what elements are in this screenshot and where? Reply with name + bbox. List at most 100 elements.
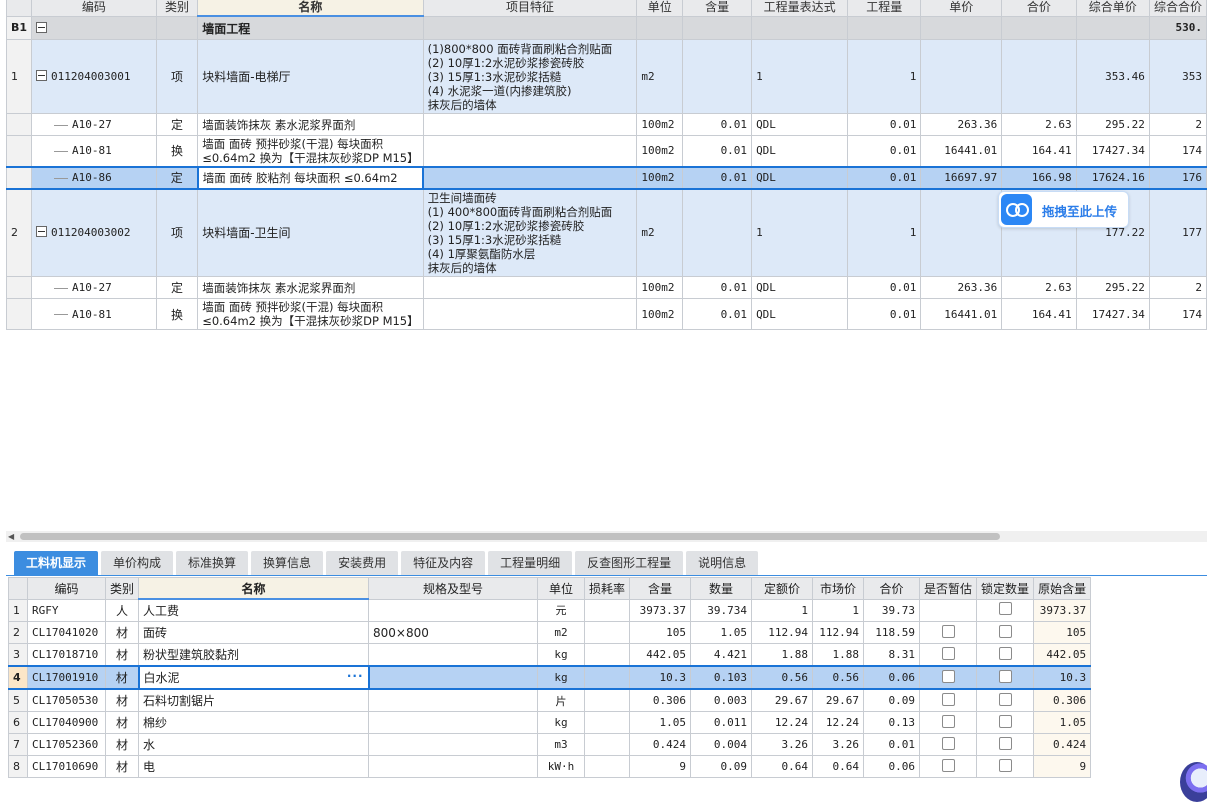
code-cell[interactable]: CL17001910 bbox=[27, 665, 106, 690]
qty-cell[interactable]: 1 bbox=[847, 188, 922, 277]
quota-cell[interactable]: 112.94 bbox=[751, 621, 814, 644]
unit-cell[interactable]: 100m2 bbox=[636, 113, 684, 136]
unit-cell[interactable]: 元 bbox=[537, 598, 586, 622]
unit-cell[interactable]: m2 bbox=[636, 39, 684, 114]
column-header[interactable]: 类别 bbox=[155, 0, 199, 17]
type-cell[interactable]: 项 bbox=[155, 188, 199, 277]
market-cell[interactable]: 0.64 bbox=[812, 755, 865, 778]
tab-5[interactable]: 安装费用 bbox=[326, 551, 399, 575]
tab-7[interactable]: 工程量明细 bbox=[488, 551, 573, 575]
unit-cell[interactable]: m3 bbox=[537, 733, 586, 756]
name-cell[interactable]: 墙面 面砖 胶粘剂 每块面积 ≤0.64m2 bbox=[196, 165, 425, 190]
qty-cell[interactable]: 0.01 bbox=[847, 113, 922, 136]
estimate-checkbox[interactable] bbox=[941, 758, 955, 772]
lock-qty-checkbox[interactable] bbox=[998, 624, 1012, 638]
column-header[interactable]: 数量 bbox=[690, 577, 753, 600]
content-cell[interactable]: 0.01 bbox=[682, 113, 753, 136]
feature-cell[interactable] bbox=[422, 165, 638, 190]
loss-cell[interactable] bbox=[584, 598, 631, 622]
column-header[interactable]: 综合单价 bbox=[1075, 0, 1150, 17]
spec-cell[interactable] bbox=[368, 665, 539, 690]
horizontal-scrollbar[interactable]: ◀ bbox=[6, 531, 1207, 542]
resource-row[interactable]: 5 CL17050530 材石料切割锯片片 0.306 0.003 29.67 29.67 0… bbox=[8, 688, 1092, 712]
content-cell[interactable]: 1.05 bbox=[629, 711, 692, 734]
column-header[interactable]: 合价 bbox=[1001, 0, 1077, 17]
expr-cell[interactable]: 1 bbox=[751, 188, 849, 277]
column-header[interactable]: 含量 bbox=[682, 0, 753, 17]
code-cell[interactable]: A10-81 bbox=[31, 135, 157, 167]
type-cell[interactable]: 材 bbox=[104, 665, 140, 690]
estimate-checkbox[interactable] bbox=[941, 692, 955, 706]
spec-cell[interactable] bbox=[368, 711, 539, 734]
quota-cell[interactable]: 12.24 bbox=[751, 711, 814, 734]
code-cell[interactable]: CL17050530 bbox=[27, 688, 106, 712]
lock-checkbox-cell[interactable] bbox=[976, 733, 1035, 756]
lock-qty-checkbox[interactable] bbox=[998, 714, 1012, 728]
type-cell[interactable]: 材 bbox=[104, 711, 140, 734]
qty-cell[interactable]: 0.003 bbox=[690, 688, 753, 712]
column-header[interactable]: 原始含量 bbox=[1033, 577, 1092, 600]
estimate-checkbox-cell[interactable] bbox=[919, 643, 978, 667]
name-cell[interactable]: 棉纱 bbox=[138, 711, 370, 734]
content-cell[interactable]: 442.05 bbox=[629, 643, 692, 667]
collapse-icon[interactable] bbox=[36, 21, 48, 33]
qty-cell[interactable]: 4.421 bbox=[690, 643, 753, 667]
expr-cell[interactable]: QDL bbox=[751, 165, 849, 190]
quota-cell[interactable]: 0.64 bbox=[751, 755, 814, 778]
upload-drop-hint[interactable]: 拖拽至此上传 bbox=[998, 191, 1129, 228]
bill-item-row[interactable]: 1 011204003001 项块料墙面-电梯厅 (1)800*800 面砖背面刷粘合… bbox=[6, 39, 1207, 114]
tab-9[interactable]: 说明信息 bbox=[686, 551, 759, 575]
expr-cell[interactable]: QDL bbox=[751, 135, 849, 167]
content-cell[interactable]: 105 bbox=[629, 621, 692, 644]
code-cell[interactable]: A10-27 bbox=[31, 113, 157, 136]
lock-checkbox-cell[interactable] bbox=[976, 598, 1035, 622]
quota-cell[interactable]: 1 bbox=[751, 598, 814, 622]
collapse-icon[interactable] bbox=[36, 226, 48, 238]
market-cell[interactable]: 12.24 bbox=[812, 711, 865, 734]
content-cell[interactable]: 0.01 bbox=[682, 298, 753, 330]
code-cell[interactable]: A10-81 bbox=[31, 298, 157, 330]
estimate-checkbox-cell[interactable] bbox=[919, 598, 978, 622]
column-header[interactable]: 合价 bbox=[863, 577, 921, 600]
quota-row[interactable]: A10-27 定墙面装饰抹灰 素水泥浆界面剂 100m2 0.01 QDL 0.01 263… bbox=[6, 276, 1207, 299]
spec-cell[interactable]: 800×800 bbox=[368, 621, 539, 644]
unit-cell[interactable]: m2 bbox=[537, 621, 586, 644]
qty-cell[interactable]: 1.05 bbox=[690, 621, 753, 644]
column-header[interactable]: 编码 bbox=[31, 0, 157, 17]
code-cell[interactable]: RGFY bbox=[27, 598, 106, 622]
code-cell[interactable]: CL17040900 bbox=[27, 711, 106, 734]
estimate-checkbox[interactable] bbox=[941, 646, 955, 660]
column-header[interactable]: 名称 bbox=[197, 0, 424, 17]
spec-cell[interactable] bbox=[368, 598, 539, 622]
name-cell[interactable]: 电 bbox=[138, 755, 370, 778]
loss-cell[interactable] bbox=[584, 621, 631, 644]
feature-cell[interactable] bbox=[422, 298, 638, 330]
type-cell[interactable]: 材 bbox=[104, 733, 140, 756]
unit-cell[interactable]: 100m2 bbox=[636, 276, 684, 299]
type-cell[interactable]: 项 bbox=[155, 39, 199, 114]
lock-checkbox-cell[interactable] bbox=[976, 711, 1035, 734]
estimate-checkbox-cell[interactable] bbox=[919, 688, 978, 712]
market-cell[interactable]: 1 bbox=[812, 598, 865, 622]
qty-cell[interactable]: 0.011 bbox=[690, 711, 753, 734]
quota-row[interactable]: A10-81 换墙面 面砖 预拌砂浆(干混) 每块面积 ≤0.64m2 换为【干混抹… bbox=[6, 298, 1207, 330]
tab-6[interactable]: 特征及内容 bbox=[401, 551, 486, 575]
tab-4[interactable]: 换算信息 bbox=[251, 551, 324, 575]
lock-qty-checkbox[interactable] bbox=[998, 692, 1012, 706]
type-cell[interactable]: 材 bbox=[104, 688, 140, 712]
code-cell[interactable]: A10-86 bbox=[31, 165, 157, 190]
quota-cell[interactable]: 0.56 bbox=[751, 665, 814, 690]
assistant-robot-icon[interactable] bbox=[1180, 762, 1207, 802]
column-header[interactable]: 综合合价 bbox=[1148, 0, 1207, 17]
estimate-checkbox-cell[interactable] bbox=[919, 665, 978, 690]
name-cell[interactable]: 白水泥 ··· bbox=[137, 665, 370, 690]
lock-checkbox-cell[interactable] bbox=[976, 621, 1035, 644]
tab-1[interactable]: 工料机显示 bbox=[14, 551, 99, 575]
unit-cell[interactable]: kg bbox=[537, 643, 586, 667]
code-cell[interactable]: CL17052360 bbox=[27, 733, 106, 756]
market-cell[interactable]: 0.56 bbox=[812, 665, 865, 690]
column-header[interactable]: 编码 bbox=[27, 577, 106, 600]
loss-cell[interactable] bbox=[584, 688, 631, 712]
scrollbar-thumb[interactable] bbox=[20, 533, 1000, 540]
name-cell[interactable]: 墙面 面砖 预拌砂浆(干混) 每块面积 ≤0.64m2 换为【干混抹灰砂浆DP M… bbox=[197, 135, 424, 167]
